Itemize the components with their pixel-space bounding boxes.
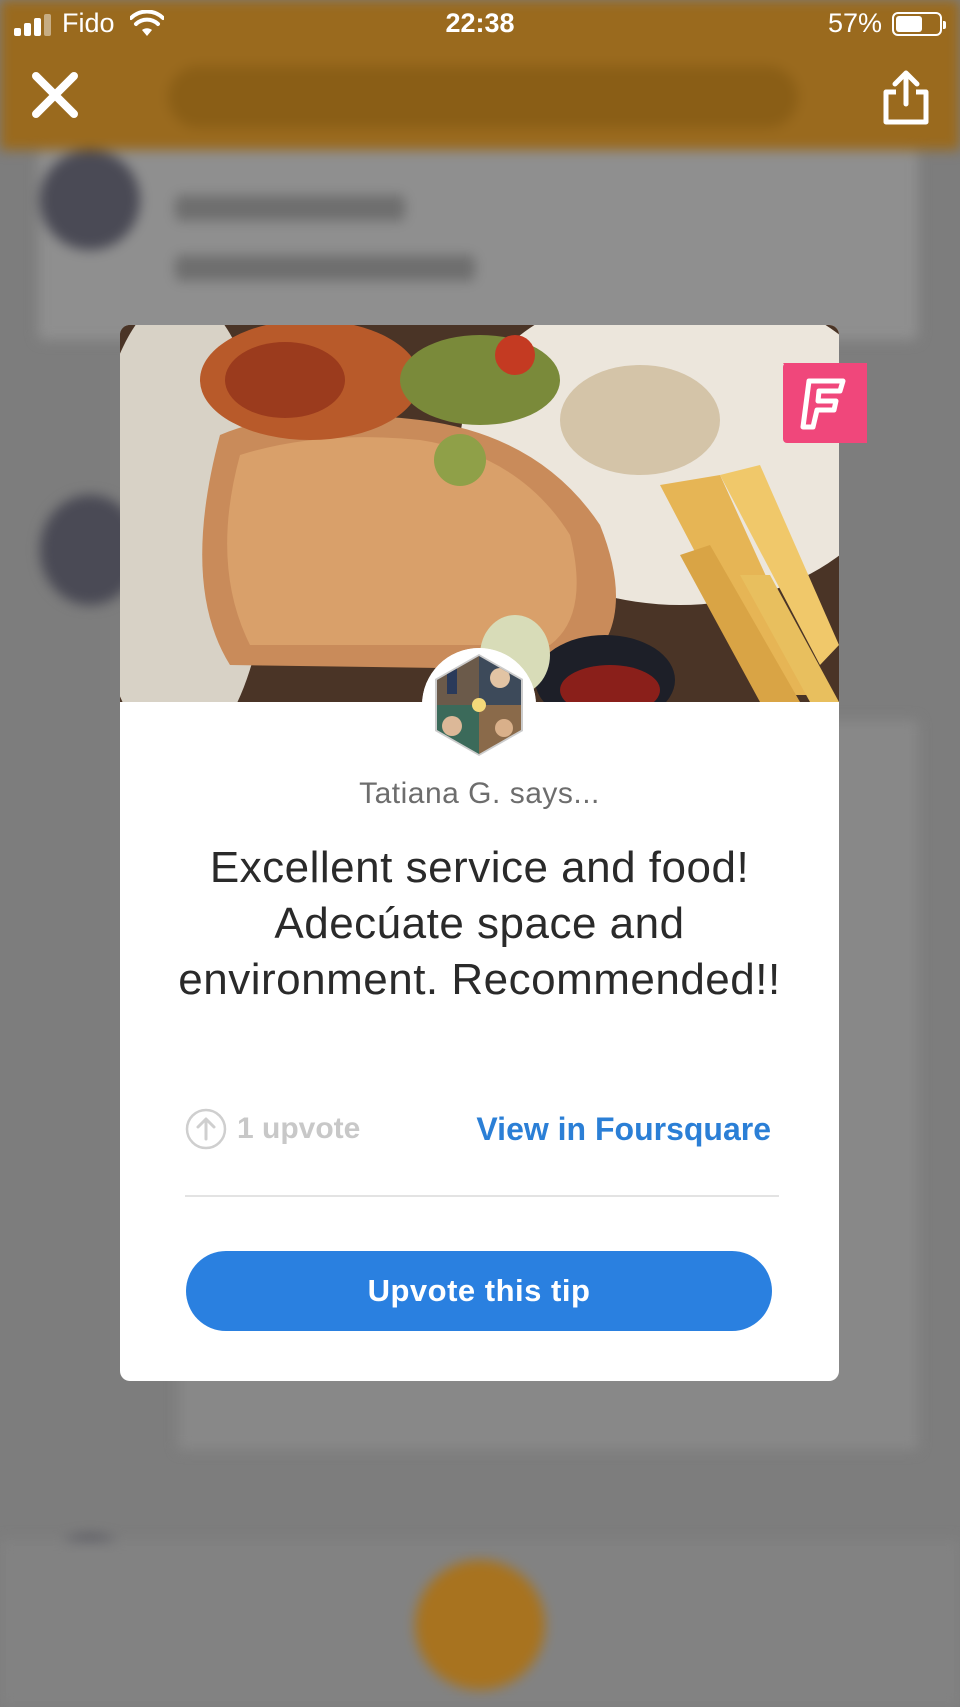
battery-percent: 57% [827,8,882,38]
avatar [422,648,536,762]
tip-modal: Tatiana G. says... Excellent service and… [120,325,867,1381]
battery-icon [892,12,946,36]
close-icon[interactable] [28,68,82,122]
tip-text: Excellent service and food! Adecúate spa… [178,843,781,1004]
clock: 22:38 [445,8,515,38]
upvote-count: 1 upvote [185,1105,360,1153]
upvote-tip-button[interactable]: Upvote this tip [186,1251,772,1331]
bg-checkin-button [415,1560,545,1690]
tip-photo [120,325,839,702]
bg-avatar [40,150,140,250]
foursquare-icon [783,363,867,443]
share-icon[interactable] [880,70,932,126]
status-bar: Fido 22:38 57% [0,0,960,52]
bg-text-line [175,255,475,281]
upvote-arrow-icon [185,1108,227,1150]
upvote-count-label: 1 upvote [237,1112,361,1145]
divider [185,1195,779,1197]
bg-checkin-card [38,150,918,340]
view-in-foursquare-link[interactable]: View in Foursquare [476,1111,771,1148]
tip-author: Tatiana G. says... [359,777,600,810]
bg-search-bar [168,66,798,128]
bg-text-line [175,195,405,221]
